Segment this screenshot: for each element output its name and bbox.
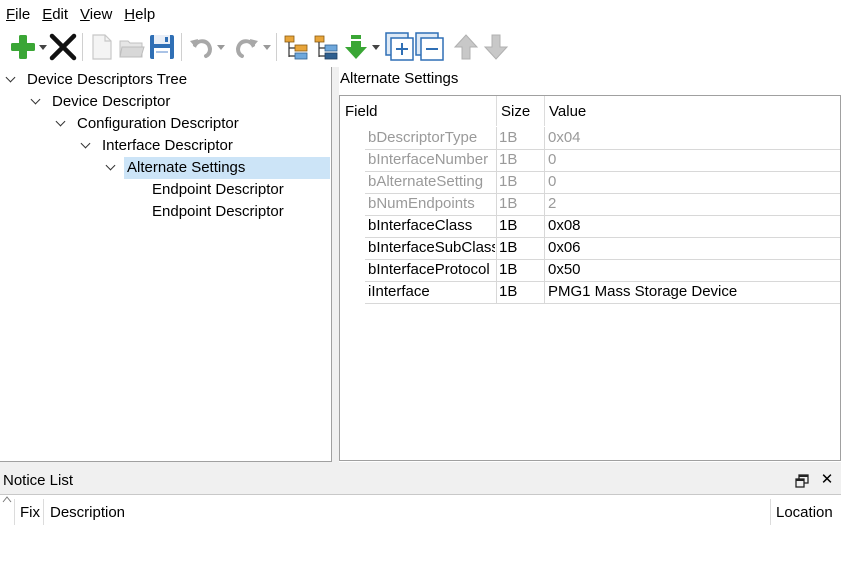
move-down-button[interactable] (481, 31, 511, 63)
descriptor-tree: Device Descriptors Tree Device Descripto… (0, 67, 332, 462)
sort-ascending-icon (2, 496, 12, 503)
close-icon[interactable]: ✕ (819, 472, 835, 488)
add-dropdown-button[interactable] (38, 31, 48, 63)
collapse-icon (415, 32, 444, 61)
column-divider[interactable] (770, 499, 771, 525)
column-divider[interactable] (43, 499, 44, 525)
column-header-fix[interactable]: Fix (20, 501, 40, 525)
menu-view[interactable]: View (74, 0, 118, 28)
delete-icon (49, 33, 77, 61)
tree-item-alternate-settings[interactable]: Alternate Settings (0, 157, 331, 179)
toolbar-separator (181, 33, 182, 61)
redo-button[interactable] (232, 31, 262, 63)
download-button[interactable] (341, 31, 371, 63)
save-icon (150, 35, 174, 59)
vertical-splitter[interactable] (332, 67, 339, 462)
menu-file[interactable]: File (0, 0, 36, 28)
chevron-down-icon (217, 44, 225, 50)
toolbar-separator (82, 33, 83, 61)
tree-view-button[interactable] (281, 31, 311, 63)
chevron-down-icon (263, 44, 271, 50)
download-arrow-icon (345, 35, 367, 59)
delete-button[interactable] (48, 31, 78, 63)
toolbar (0, 28, 841, 66)
table-row[interactable]: bDescriptorType 1B 0x04 (365, 127, 840, 150)
undo-button[interactable] (186, 31, 216, 63)
table-row[interactable]: bAlternateSetting 1B 0 (365, 171, 840, 194)
notice-list-titlebar: Notice List ✕ (0, 468, 841, 494)
column-header-value[interactable]: Value (549, 96, 586, 126)
chevron-down-icon[interactable] (105, 157, 117, 179)
open-folder-icon (119, 40, 145, 58)
column-header-size[interactable]: Size (501, 96, 530, 126)
menu-edit[interactable]: Edit (36, 0, 74, 28)
menu-bar: File Edit View Help (0, 0, 841, 28)
chevron-down-icon[interactable] (80, 135, 92, 157)
notice-list-title: Notice List (3, 472, 74, 489)
tree-alt-icon (314, 35, 338, 60)
redo-icon (235, 39, 258, 58)
table-row[interactable]: bInterfaceClass 1B 0x08 (365, 215, 840, 238)
table-row[interactable]: bInterfaceSubClass 1B 0x06 (365, 237, 840, 260)
move-up-icon (453, 34, 479, 60)
new-file-icon (92, 34, 112, 60)
save-button[interactable] (147, 31, 177, 63)
column-divider[interactable] (496, 96, 497, 126)
chevron-down-icon[interactable] (5, 69, 17, 91)
column-divider[interactable] (14, 499, 15, 525)
chevron-down-icon (39, 44, 47, 50)
tree-icon (284, 35, 308, 60)
column-header-description[interactable]: Description (50, 501, 125, 525)
undo-icon (190, 39, 213, 58)
tree-alt-button[interactable] (311, 31, 341, 63)
column-divider[interactable] (544, 96, 545, 126)
download-dropdown-button[interactable] (371, 31, 381, 63)
chevron-down-icon[interactable] (55, 113, 67, 135)
chevron-down-icon (372, 44, 380, 50)
toolbar-separator (276, 33, 277, 61)
expand-icon (385, 32, 414, 61)
chevron-down-icon[interactable] (30, 91, 42, 113)
menu-help[interactable]: Help (118, 0, 161, 28)
new-file-button[interactable] (87, 31, 117, 63)
column-header-field[interactable]: Field (345, 96, 378, 126)
detail-title: Alternate Settings (340, 70, 459, 87)
open-button[interactable] (117, 31, 147, 63)
table-row[interactable]: iInterface 1B PMG1 Mass Storage Device (365, 281, 840, 304)
expand-button[interactable] (385, 31, 415, 63)
column-header-location[interactable]: Location (776, 501, 833, 525)
redo-dropdown-button[interactable] (262, 31, 272, 63)
undo-dropdown-button[interactable] (216, 31, 226, 63)
table-row[interactable]: bInterfaceNumber 1B 0 (365, 149, 840, 172)
move-up-button[interactable] (451, 31, 481, 63)
field-table: Field Size Value bDescriptorType 1B 0x04… (339, 95, 841, 461)
table-row[interactable]: bNumEndpoints 1B 2 (365, 193, 840, 216)
table-row[interactable]: bInterfaceProtocol 1B 0x50 (365, 259, 840, 282)
add-icon (11, 35, 35, 59)
add-button[interactable] (8, 31, 38, 63)
collapse-button[interactable] (415, 31, 445, 63)
move-down-icon (483, 34, 509, 60)
float-window-icon[interactable] (795, 474, 809, 488)
notice-list-table: Fix Description Location (0, 494, 841, 583)
